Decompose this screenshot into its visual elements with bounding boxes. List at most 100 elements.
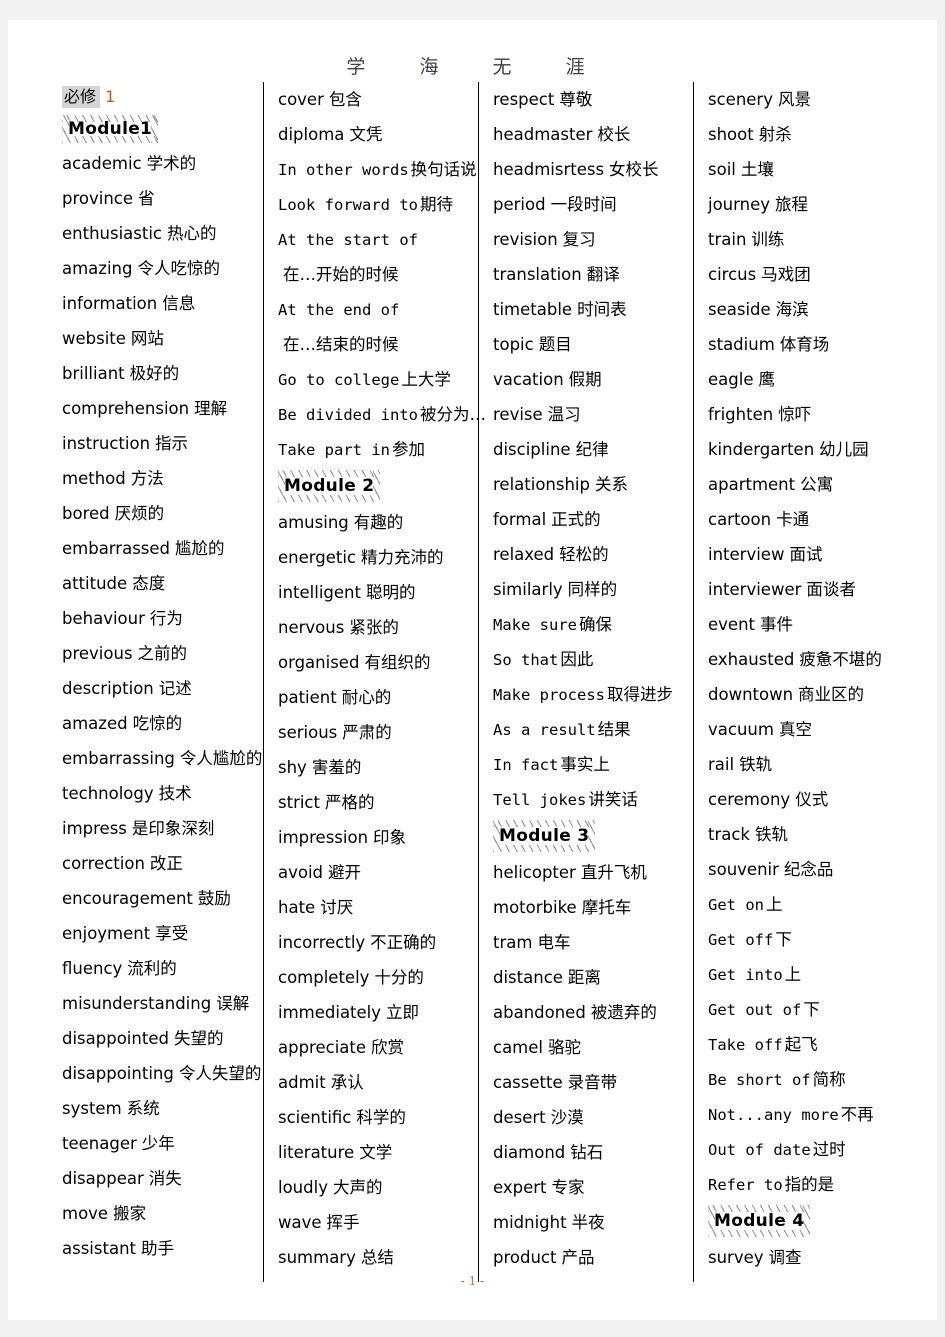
entry-chinese-gloss: 是印象深刻 — [131, 819, 215, 838]
vocabulary-entry: serious 严肃的 — [278, 715, 472, 750]
vocabulary-entry: interview 面试 — [708, 537, 902, 572]
entry-english-term: event — [708, 615, 755, 634]
entry-chinese-gloss: 信息 — [162, 294, 196, 313]
entry-english-term: exhausted — [708, 650, 795, 669]
entry-chinese-gloss: 精力充沛的 — [361, 548, 444, 567]
vocabulary-entry: vacuum 真空 — [708, 712, 902, 747]
entry-english-term: avoid — [278, 863, 324, 882]
entry-english-term: interview — [708, 545, 785, 564]
entry-english-term: behaviour — [62, 609, 145, 628]
vocabulary-entry: immediately 立即 — [278, 995, 472, 1030]
vocabulary-entry: event 事件 — [708, 607, 902, 642]
vocabulary-entry: diploma 文凭 — [278, 117, 472, 152]
entry-english-term: seaside — [708, 300, 771, 319]
entry-english-term: similarly — [493, 580, 563, 599]
entry-chinese-gloss: 欣赏 — [371, 1038, 405, 1057]
entry-chinese-gloss: 有趣的 — [353, 513, 404, 532]
entry-english-term: Out of date — [708, 1141, 811, 1159]
entry-chinese-gloss: 半夜 — [571, 1213, 605, 1232]
vocabulary-entry: system 系统 — [62, 1091, 257, 1126]
entry-chinese-gloss: 令人尴尬的 — [179, 749, 263, 768]
entry-english-term: website — [62, 329, 126, 348]
entry-chinese-gloss: 上大学 — [401, 370, 451, 389]
vocabulary-entry: strict 严格的 — [278, 785, 472, 820]
entry-english-term: circus — [708, 265, 757, 284]
vocabulary-entry: embarrassing 令人尴尬的 — [62, 741, 262, 776]
entry-english-term: serious — [278, 723, 338, 742]
vocabulary-entry: behaviour 行为 — [62, 601, 257, 636]
vocabulary-entry: Out of date 过时 — [708, 1132, 902, 1167]
entry-chinese-gloss: 态度 — [132, 574, 166, 593]
vocabulary-entry: enjoyment 享受 — [62, 916, 257, 951]
entry-chinese-gloss: 仪式 — [795, 790, 829, 809]
vocabulary-entry: instruction 指示 — [62, 426, 257, 461]
entry-chinese-gloss: 卡通 — [776, 510, 810, 529]
entry-english-term: respect — [493, 90, 555, 109]
entry-chinese-gloss: 起飞 — [784, 1035, 818, 1054]
entry-english-term: method — [62, 469, 126, 488]
entry-english-term: correction — [62, 854, 145, 873]
vocabulary-entry: kindergarten 幼儿园 — [708, 432, 902, 467]
entry-english-term: relaxed — [493, 545, 555, 564]
entry-chinese-gloss: 校长 — [597, 125, 631, 144]
vocabulary-entry: Not...any more 不再 — [708, 1097, 902, 1132]
entry-english-term: Get on — [708, 896, 764, 914]
entry-chinese-gloss: 射杀 — [758, 125, 792, 144]
entry-english-term: enjoyment — [62, 924, 151, 943]
entry-english-term: period — [493, 195, 546, 214]
entry-english-term: assistant — [62, 1239, 136, 1258]
entry-chinese-gloss: 耐心的 — [341, 688, 392, 707]
vocabulary-entry: amazed 吃惊的 — [62, 706, 257, 741]
entry-english-term: enthusiastic — [62, 224, 163, 243]
module-heading-label: Module 4 — [714, 1211, 805, 1231]
vocabulary-entry: Tell jokes 讲笑话 — [493, 782, 687, 817]
vocabulary-entry: eagle 鹰 — [708, 362, 902, 397]
entry-english-term: discipline — [493, 440, 571, 459]
entry-chinese-gloss: 被遗弃的 — [590, 1003, 657, 1022]
vocabulary-entry: souvenir 纪念品 — [708, 852, 902, 887]
entry-chinese-gloss: 指示 — [155, 434, 189, 453]
entry-english-term: academic — [62, 154, 142, 173]
vocabulary-entry: comprehension 理解 — [62, 391, 257, 426]
entry-english-term: camel — [493, 1038, 543, 1057]
vocabulary-entry: formal 正式的 — [493, 502, 687, 537]
entry-chinese-gloss: 失望的 — [173, 1029, 224, 1048]
entry-chinese-gloss: 总结 — [360, 1248, 394, 1267]
vocabulary-entry: information 信息 — [62, 286, 257, 321]
entry-chinese-gloss: 害羞的 — [311, 758, 362, 777]
vocabulary-entry: cover 包含 — [278, 82, 472, 117]
vocabulary-entry: attitude 态度 — [62, 566, 257, 601]
entry-english-term: headmaster — [493, 125, 593, 144]
subject-label: 必修 1 — [62, 82, 257, 112]
vocabulary-entry: period 一段时间 — [493, 187, 687, 222]
vocabulary-entry: Make sure 确保 — [493, 607, 687, 642]
entry-english-term: Refer to — [708, 1176, 783, 1194]
entry-chinese-gloss: 科学的 — [356, 1108, 406, 1127]
vocabulary-entry: technology 技术 — [62, 776, 257, 811]
entry-chinese-gloss: 网站 — [130, 329, 164, 348]
entry-chinese-gloss: 因此 — [560, 650, 594, 669]
entry-english-term: timetable — [493, 300, 573, 319]
vocabulary-entry: similarly 同样的 — [493, 572, 687, 607]
entry-english-term: desert — [493, 1108, 546, 1127]
entry-english-term: energetic — [278, 548, 357, 567]
vocabulary-entry: 在…结束的时候 — [278, 327, 472, 362]
vocabulary-entry: shoot 射杀 — [708, 117, 902, 152]
entry-chinese-gloss: 改正 — [149, 854, 183, 873]
entry-english-term: cover — [278, 90, 324, 109]
vocabulary-entry: energetic 精力充沛的 — [278, 540, 472, 575]
vocabulary-entry: shy 害羞的 — [278, 750, 472, 785]
entry-chinese-gloss: 距离 — [567, 968, 601, 987]
entry-english-term: apartment — [708, 475, 796, 494]
entry-english-term: rail — [708, 755, 735, 774]
entry-english-term: Not...any more — [708, 1106, 839, 1124]
entry-english-term: track — [708, 825, 750, 844]
vocabulary-entry: previous 之前的 — [62, 636, 257, 671]
entry-english-term: scientific — [278, 1108, 352, 1127]
entry-english-term: Get out of — [708, 1001, 802, 1019]
vocabulary-entry: Take off 起飞 — [708, 1027, 902, 1062]
vocabulary-entry: translation 翻译 — [493, 257, 687, 292]
entry-english-term: In other words — [278, 161, 409, 179]
entry-english-term: technology — [62, 784, 154, 803]
column-4: scenery 风景 shoot 射杀 soil 土壤 journey 旅程 train 训练 ci… — [693, 82, 908, 1282]
